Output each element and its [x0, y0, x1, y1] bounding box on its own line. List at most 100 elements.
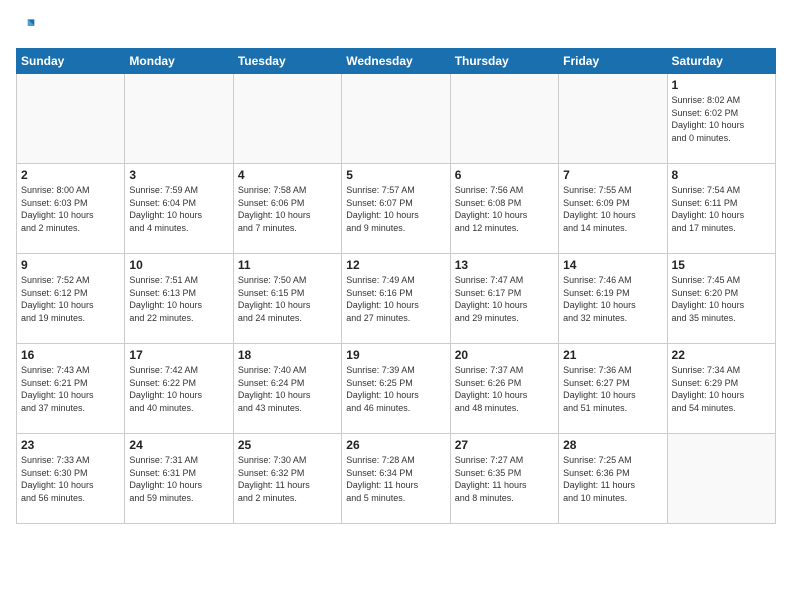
calendar-cell: 3 Sunrise: 7:59 AM Sunset: 6:04 PM Daylig… — [125, 164, 233, 254]
day-number: 6 — [455, 168, 554, 182]
calendar-cell: 18 Sunrise: 7:40 AM Sunset: 6:24 PM Dayli… — [233, 344, 341, 434]
calendar-cell — [233, 74, 341, 164]
day-number: 25 — [238, 438, 337, 452]
day-info: Sunrise: 7:31 AM Sunset: 6:31 PM Dayligh… — [129, 454, 228, 504]
day-number: 27 — [455, 438, 554, 452]
day-info: Sunrise: 7:56 AM Sunset: 6:08 PM Dayligh… — [455, 184, 554, 234]
calendar-cell — [667, 434, 775, 524]
day-info: Sunrise: 7:28 AM Sunset: 6:34 PM Dayligh… — [346, 454, 445, 504]
calendar-cell: 12 Sunrise: 7:49 AM Sunset: 6:16 PM Dayli… — [342, 254, 450, 344]
calendar-cell: 25 Sunrise: 7:30 AM Sunset: 6:32 PM Dayli… — [233, 434, 341, 524]
calendar-cell: 22Sunrise: 7:34 AM Sunset: 6:29 PM Dayli… — [667, 344, 775, 434]
weekday-header-monday: Monday — [125, 49, 233, 74]
calendar-cell: 5 Sunrise: 7:57 AM Sunset: 6:07 PM Daylig… — [342, 164, 450, 254]
day-number: 24 — [129, 438, 228, 452]
calendar-cell: 20 Sunrise: 7:37 AM Sunset: 6:26 PM Dayli… — [450, 344, 558, 434]
day-number: 10 — [129, 258, 228, 272]
day-number: 16 — [21, 348, 120, 362]
calendar-cell: 1 Sunrise: 8:02 AM Sunset: 6:02 PM Daylig… — [667, 74, 775, 164]
day-info: Sunrise: 7:49 AM Sunset: 6:16 PM Dayligh… — [346, 274, 445, 324]
calendar-table: SundayMondayTuesdayWednesdayThursdayFrid… — [16, 48, 776, 524]
day-number: 14 — [563, 258, 662, 272]
day-number: 23 — [21, 438, 120, 452]
calendar-week-row: 2 Sunrise: 8:00 AM Sunset: 6:03 PM Daylig… — [17, 164, 776, 254]
day-number: 15 — [672, 258, 771, 272]
day-info: Sunrise: 7:43 AM Sunset: 6:21 PM Dayligh… — [21, 364, 120, 414]
calendar-cell: 7 Sunrise: 7:55 AM Sunset: 6:09 PM Daylig… — [559, 164, 667, 254]
day-info: Sunrise: 7:39 AM Sunset: 6:25 PM Dayligh… — [346, 364, 445, 414]
day-number: 4 — [238, 168, 337, 182]
day-info: Sunrise: 7:36 AM Sunset: 6:27 PM Dayligh… — [563, 364, 662, 414]
day-number: 9 — [21, 258, 120, 272]
day-info: Sunrise: 7:47 AM Sunset: 6:17 PM Dayligh… — [455, 274, 554, 324]
day-number: 18 — [238, 348, 337, 362]
day-info: Sunrise: 7:30 AM Sunset: 6:32 PM Dayligh… — [238, 454, 337, 504]
day-number: 17 — [129, 348, 228, 362]
calendar-cell: 4 Sunrise: 7:58 AM Sunset: 6:06 PM Daylig… — [233, 164, 341, 254]
calendar-cell: 14 Sunrise: 7:46 AM Sunset: 6:19 PM Dayli… — [559, 254, 667, 344]
day-number: 11 — [238, 258, 337, 272]
calendar-cell: 28 Sunrise: 7:25 AM Sunset: 6:36 PM Dayli… — [559, 434, 667, 524]
weekday-header-row: SundayMondayTuesdayWednesdayThursdayFrid… — [17, 49, 776, 74]
calendar-week-row: 16 Sunrise: 7:43 AM Sunset: 6:21 PM Dayli… — [17, 344, 776, 434]
day-number: 8 — [672, 168, 771, 182]
calendar-cell: 21Sunrise: 7:36 AM Sunset: 6:27 PM Dayli… — [559, 344, 667, 434]
calendar-cell: 8 Sunrise: 7:54 AM Sunset: 6:11 PM Daylig… — [667, 164, 775, 254]
day-number: 12 — [346, 258, 445, 272]
day-number: 5 — [346, 168, 445, 182]
calendar-week-row: 23 Sunrise: 7:33 AM Sunset: 6:30 PM Dayli… — [17, 434, 776, 524]
day-info: Sunrise: 7:52 AM Sunset: 6:12 PM Dayligh… — [21, 274, 120, 324]
calendar-cell: 26 Sunrise: 7:28 AM Sunset: 6:34 PM Dayli… — [342, 434, 450, 524]
day-info: Sunrise: 7:42 AM Sunset: 6:22 PM Dayligh… — [129, 364, 228, 414]
calendar-cell: 24 Sunrise: 7:31 AM Sunset: 6:31 PM Dayli… — [125, 434, 233, 524]
day-info: Sunrise: 7:55 AM Sunset: 6:09 PM Dayligh… — [563, 184, 662, 234]
calendar-cell: 6 Sunrise: 7:56 AM Sunset: 6:08 PM Daylig… — [450, 164, 558, 254]
day-info: Sunrise: 7:33 AM Sunset: 6:30 PM Dayligh… — [21, 454, 120, 504]
calendar-week-row: 9 Sunrise: 7:52 AM Sunset: 6:12 PM Daylig… — [17, 254, 776, 344]
day-info: Sunrise: 7:58 AM Sunset: 6:06 PM Dayligh… — [238, 184, 337, 234]
calendar-cell — [559, 74, 667, 164]
day-info: Sunrise: 7:51 AM Sunset: 6:13 PM Dayligh… — [129, 274, 228, 324]
day-info: Sunrise: 7:25 AM Sunset: 6:36 PM Dayligh… — [563, 454, 662, 504]
day-info: Sunrise: 7:37 AM Sunset: 6:26 PM Dayligh… — [455, 364, 554, 414]
weekday-header-tuesday: Tuesday — [233, 49, 341, 74]
day-number: 28 — [563, 438, 662, 452]
day-info: Sunrise: 7:40 AM Sunset: 6:24 PM Dayligh… — [238, 364, 337, 414]
day-info: Sunrise: 7:45 AM Sunset: 6:20 PM Dayligh… — [672, 274, 771, 324]
day-number: 20 — [455, 348, 554, 362]
day-info: Sunrise: 7:59 AM Sunset: 6:04 PM Dayligh… — [129, 184, 228, 234]
day-info: Sunrise: 7:34 AM Sunset: 6:29 PM Dayligh… — [672, 364, 771, 414]
calendar-cell: 10 Sunrise: 7:51 AM Sunset: 6:13 PM Dayli… — [125, 254, 233, 344]
day-info: Sunrise: 7:57 AM Sunset: 6:07 PM Dayligh… — [346, 184, 445, 234]
day-number: 3 — [129, 168, 228, 182]
weekday-header-friday: Friday — [559, 49, 667, 74]
day-number: 1 — [672, 78, 771, 92]
calendar-week-row: 1 Sunrise: 8:02 AM Sunset: 6:02 PM Daylig… — [17, 74, 776, 164]
day-number: 26 — [346, 438, 445, 452]
calendar-cell: 17 Sunrise: 7:42 AM Sunset: 6:22 PM Dayli… — [125, 344, 233, 434]
calendar-cell — [125, 74, 233, 164]
weekday-header-wednesday: Wednesday — [342, 49, 450, 74]
day-number: 2 — [21, 168, 120, 182]
day-number: 7 — [563, 168, 662, 182]
weekday-header-thursday: Thursday — [450, 49, 558, 74]
day-info: Sunrise: 7:27 AM Sunset: 6:35 PM Dayligh… — [455, 454, 554, 504]
calendar-cell: 15 Sunrise: 7:45 AM Sunset: 6:20 PM Dayli… — [667, 254, 775, 344]
logo-icon — [16, 16, 36, 36]
day-info: Sunrise: 8:02 AM Sunset: 6:02 PM Dayligh… — [672, 94, 771, 144]
calendar-cell: 27 Sunrise: 7:27 AM Sunset: 6:35 PM Dayli… — [450, 434, 558, 524]
day-number: 19 — [346, 348, 445, 362]
calendar-cell: 11 Sunrise: 7:50 AM Sunset: 6:15 PM Dayli… — [233, 254, 341, 344]
calendar-cell: 16 Sunrise: 7:43 AM Sunset: 6:21 PM Dayli… — [17, 344, 125, 434]
calendar-cell — [342, 74, 450, 164]
day-number: 13 — [455, 258, 554, 272]
day-info: Sunrise: 8:00 AM Sunset: 6:03 PM Dayligh… — [21, 184, 120, 234]
day-info: Sunrise: 7:46 AM Sunset: 6:19 PM Dayligh… — [563, 274, 662, 324]
weekday-header-sunday: Sunday — [17, 49, 125, 74]
logo — [16, 16, 40, 36]
calendar-cell: 2 Sunrise: 8:00 AM Sunset: 6:03 PM Daylig… — [17, 164, 125, 254]
page-header — [16, 16, 776, 36]
calendar-cell: 23 Sunrise: 7:33 AM Sunset: 6:30 PM Dayli… — [17, 434, 125, 524]
day-info: Sunrise: 7:54 AM Sunset: 6:11 PM Dayligh… — [672, 184, 771, 234]
day-info: Sunrise: 7:50 AM Sunset: 6:15 PM Dayligh… — [238, 274, 337, 324]
